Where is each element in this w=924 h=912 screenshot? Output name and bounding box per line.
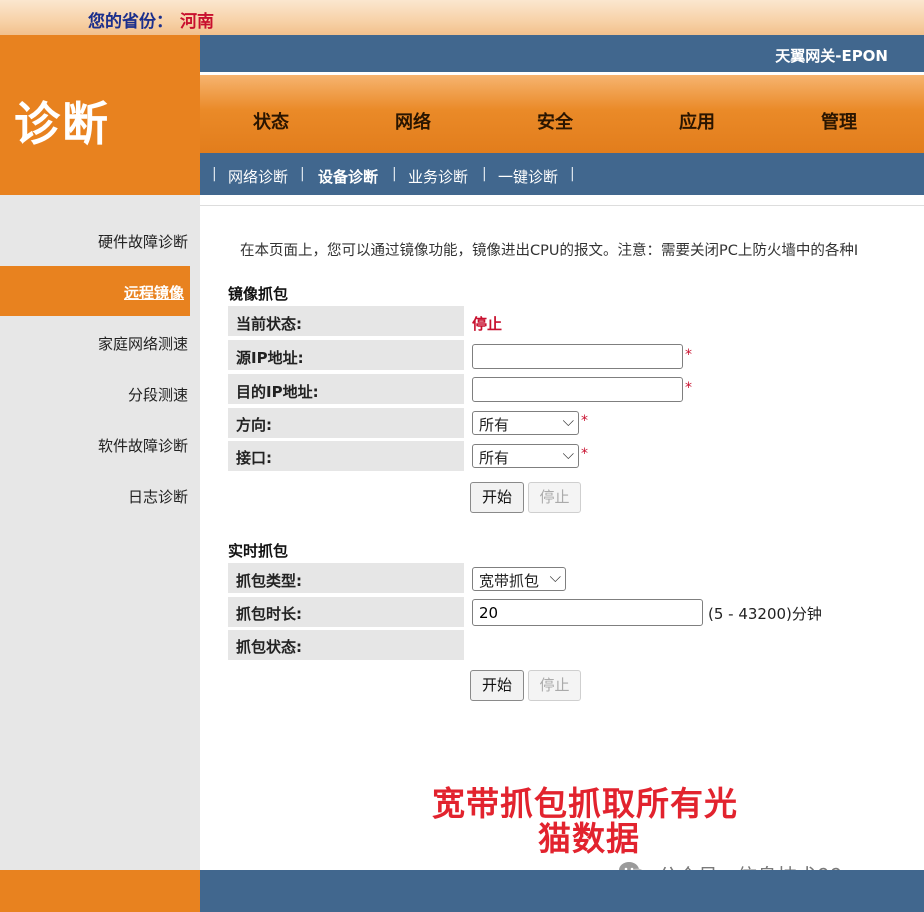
capture-type-value: 宽带抓包 (479, 572, 540, 590)
footer-right (200, 870, 924, 912)
dst-ip-input[interactable] (472, 377, 683, 402)
footer-left (0, 870, 200, 912)
required-mark: * (581, 446, 588, 462)
capture-type-select[interactable]: 宽带抓包 ⌵ (472, 567, 566, 591)
section-title-realtime: 实时抓包 (228, 542, 289, 560)
status-label: 当前状态: (236, 315, 302, 333)
sidebar-item-segment-speedtest[interactable]: 分段测速 (128, 384, 188, 405)
mirror-stop-button[interactable]: 停止 (528, 482, 581, 513)
chevron-down-icon: ⌵ (549, 568, 561, 586)
capture-type-label: 抓包类型: (236, 572, 302, 590)
mirror-start-button[interactable]: 开始 (470, 482, 524, 513)
dst-ip-label: 目的IP地址: (236, 383, 319, 401)
interface-value: 所有 (479, 449, 510, 467)
subnav-item-device-diagnosis[interactable]: 设备诊断 (318, 166, 378, 187)
subnav-separator: | (212, 166, 217, 182)
overlay-caption-line2: 猫数据 (538, 819, 640, 858)
content-panel (200, 205, 924, 871)
subnav-separator: | (482, 166, 487, 182)
subnav-separator: | (392, 166, 397, 182)
chevron-down-icon: ⌵ (562, 412, 574, 430)
capture-duration-label: 抓包时长: (236, 605, 302, 623)
direction-value: 所有 (479, 416, 510, 434)
capture-state-label: 抓包状态: (236, 638, 302, 656)
sidebar-item-remote-mirror[interactable]: 远程镜像 (124, 282, 184, 303)
province-label: 您的省份： (88, 12, 173, 32)
sidebar-item-home-speedtest[interactable]: 家庭网络测速 (98, 333, 188, 354)
sub-nav (200, 153, 924, 195)
sidebar-item-log-diagnosis[interactable]: 日志诊断 (128, 486, 188, 507)
nav-item-application[interactable]: 应用 (679, 108, 715, 134)
interface-label: 接口: (236, 449, 272, 467)
section-title-mirror: 镜像抓包 (228, 285, 289, 303)
nav-item-security[interactable]: 安全 (537, 108, 573, 134)
page-notice: 在本页面上，您可以通过镜像功能，镜像进出CPU的报文。注意：需要关闭PC上防火墙… (240, 243, 859, 259)
sidebar-item-software-fault[interactable]: 软件故障诊断 (98, 435, 188, 456)
realtime-stop-button[interactable]: 停止 (528, 670, 581, 701)
nav-item-status[interactable]: 状态 (253, 108, 289, 134)
subnav-item-network-diagnosis[interactable]: 网络诊断 (228, 166, 288, 187)
sidebar-item-hardware-fault[interactable]: 硬件故障诊断 (98, 231, 188, 252)
interface-select[interactable]: 所有 ⌵ (472, 444, 579, 468)
subnav-item-one-click-diagnosis[interactable]: 一键诊断 (498, 166, 558, 187)
subnav-separator: | (300, 166, 305, 182)
nav-item-management[interactable]: 管理 (821, 108, 857, 134)
duration-range-hint: (5 - 43200)分钟 (708, 605, 822, 623)
page-title: 诊断 (14, 97, 110, 151)
src-ip-input[interactable] (472, 344, 683, 369)
brand-name: 天翼网关-EPON (775, 47, 888, 65)
subnav-separator: | (570, 166, 575, 182)
src-ip-label: 源IP地址: (236, 349, 304, 367)
status-value: 停止 (472, 315, 503, 333)
chevron-down-icon: ⌵ (562, 445, 574, 463)
required-mark: * (581, 413, 588, 429)
direction-select[interactable]: 所有 ⌵ (472, 411, 579, 435)
capture-duration-input[interactable] (472, 599, 703, 626)
subnav-item-service-diagnosis[interactable]: 业务诊断 (408, 166, 468, 187)
nav-item-network[interactable]: 网络 (395, 108, 431, 134)
required-mark: * (685, 347, 692, 363)
realtime-start-button[interactable]: 开始 (470, 670, 524, 701)
direction-label: 方向: (236, 416, 272, 434)
required-mark: * (685, 380, 692, 396)
province-value: 河南 (180, 12, 214, 32)
